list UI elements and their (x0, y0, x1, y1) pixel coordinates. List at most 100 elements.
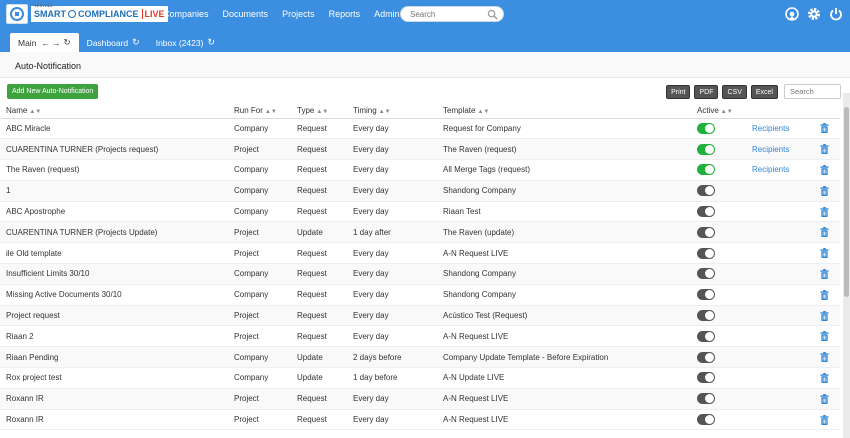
table-search[interactable] (784, 84, 841, 99)
trash-icon[interactable] (820, 165, 829, 175)
print-button[interactable]: Print (666, 85, 691, 99)
active-toggle[interactable] (697, 268, 715, 280)
active-toggle[interactable] (697, 122, 715, 134)
help-icon[interactable] (784, 6, 800, 22)
table-row[interactable]: Project request Project Request Every day Ac… (0, 305, 840, 327)
sort-icon[interactable]: ▲▼ (379, 109, 391, 115)
global-search-input[interactable] (410, 9, 486, 20)
trash-icon[interactable] (820, 289, 829, 300)
recipients-link[interactable]: Recipients (752, 145, 789, 154)
active-toggle[interactable] (697, 330, 715, 342)
cell-name: Riaan 2 (0, 325, 228, 348)
cell-type: Request (291, 242, 347, 265)
trash-icon[interactable] (820, 123, 829, 134)
column-header-type[interactable]: Type ▲▼ (291, 103, 347, 119)
tab-inbox[interactable]: Inbox (2423) ↻ (148, 33, 223, 52)
recipients-link[interactable]: Recipients (752, 165, 789, 174)
table-row[interactable]: CUARENTINA TURNER (Projects Update) Proje… (0, 221, 840, 244)
sort-icon[interactable]: ▲▼ (265, 109, 277, 115)
refresh-icon[interactable]: ↻ (63, 37, 70, 48)
nav-companies[interactable]: Companies (163, 9, 209, 19)
trash-icon[interactable] (820, 393, 829, 404)
app-logo[interactable]: TESTING SMART COMPLIANCE LIVE (6, 3, 168, 24)
refresh-icon[interactable]: ↻ (207, 37, 215, 48)
table-row[interactable]: The Raven (request) Company Request Every d… (0, 159, 840, 181)
active-toggle[interactable] (697, 206, 715, 218)
table-search-input[interactable] (790, 87, 840, 96)
table-row[interactable]: ABC Apostrophe Company Request Every day Ria… (0, 201, 840, 223)
nav-admin[interactable]: Admin (374, 9, 400, 19)
tab-main[interactable]: Main ← → ↻ (10, 33, 79, 52)
cell-template: A-N Request LIVE (437, 388, 691, 410)
trash-icon[interactable] (820, 185, 829, 196)
table-row[interactable]: Roxann IR Project Request Every day A-N Requ… (0, 388, 840, 410)
table-row[interactable]: Roxann IR Project Request Every day A-N Requ… (0, 409, 840, 431)
active-toggle[interactable] (697, 185, 715, 197)
sort-icon[interactable]: ▲▼ (477, 109, 489, 115)
arrow-right-icon[interactable]: → (52, 38, 61, 48)
table-scrollbar[interactable] (843, 93, 850, 438)
table-row[interactable]: Insufficient Limits 30/10 Company Request E… (0, 263, 840, 285)
cell-run-for: Project (228, 305, 291, 327)
trash-icon[interactable] (820, 331, 829, 342)
excel-button[interactable]: Excel (750, 85, 778, 99)
active-toggle[interactable] (697, 414, 715, 426)
active-toggle[interactable] (697, 226, 715, 238)
nav-reports[interactable]: Reports (329, 9, 361, 19)
column-header-template[interactable]: Template ▲▼ (437, 103, 691, 119)
column-header-timing[interactable]: Timing ▲▼ (347, 103, 437, 119)
csv-button[interactable]: CSV (722, 85, 747, 99)
trash-icon[interactable] (820, 144, 829, 155)
table-row[interactable]: Rox project test Company Update 1 day befor… (0, 367, 840, 389)
active-toggle[interactable] (697, 164, 715, 176)
active-toggle[interactable] (697, 143, 715, 155)
power-icon[interactable] (828, 6, 844, 22)
active-toggle[interactable] (697, 393, 715, 405)
nav-documents[interactable]: Documents (223, 9, 269, 19)
trash-icon[interactable] (820, 414, 829, 425)
column-header-name[interactable]: Name ▲▼ (0, 103, 228, 119)
trash-icon[interactable] (820, 269, 829, 279)
sort-icon[interactable]: ▲▼ (316, 109, 328, 115)
scrollbar-thumb[interactable] (844, 107, 849, 297)
column-header-active[interactable]: Active ▲▼ (691, 103, 746, 119)
active-toggle[interactable] (697, 351, 715, 363)
search-icon[interactable] (487, 9, 498, 20)
refresh-icon[interactable]: ↻ (132, 37, 140, 48)
add-auto-notification-button[interactable]: Add New Auto-Notification (7, 84, 99, 99)
table-row[interactable]: Riaan 2 Project Request Every day A-N Reques… (0, 325, 840, 348)
toggle-knob (705, 123, 714, 133)
active-toggle[interactable] (697, 310, 715, 322)
recipients-link[interactable]: Recipients (752, 124, 789, 133)
nav-projects[interactable]: Projects (282, 9, 315, 19)
sort-icon[interactable]: ▲▼ (721, 109, 733, 115)
active-toggle[interactable] (697, 372, 715, 384)
tab-dashboard[interactable]: Dashboard ↻ (79, 33, 148, 52)
trash-icon[interactable] (820, 206, 829, 217)
cell-name: 1 (0, 180, 228, 202)
trash-icon[interactable] (820, 310, 829, 321)
table-row[interactable]: ABC Miracle Company Request Every day Reques… (0, 118, 840, 140)
trash-icon[interactable] (820, 248, 829, 259)
logo-check-icon (68, 10, 76, 18)
table-row[interactable]: Riaan Pending Company Update 2 days before C… (0, 346, 840, 369)
cell-recipients (746, 263, 814, 285)
table-row[interactable]: ile Old template Project Request Every day A… (0, 242, 840, 265)
global-search[interactable] (400, 6, 504, 22)
arrow-left-icon[interactable]: ← (41, 38, 50, 48)
pdf-button[interactable]: PDF (694, 85, 719, 99)
active-toggle[interactable] (697, 247, 715, 259)
trash-icon[interactable] (820, 227, 829, 238)
trash-icon[interactable] (820, 352, 829, 363)
sort-icon[interactable]: ▲▼ (29, 109, 41, 115)
trash-icon[interactable] (820, 373, 829, 383)
column-header-run-for[interactable]: Run For ▲▼ (228, 103, 291, 119)
table-row[interactable]: CUARENTINA TURNER (Projects request) Proj… (0, 138, 840, 161)
cell-name: ABC Miracle (0, 118, 228, 140)
gear-icon[interactable] (806, 6, 822, 22)
active-toggle[interactable] (697, 289, 715, 301)
cell-name: Roxann IR (0, 409, 228, 431)
table-row[interactable]: 1 Company Request Every day Shandong Company (0, 180, 840, 202)
table-row[interactable]: Missing Active Documents 30/10 Company Req… (0, 284, 840, 306)
cell-run-for: Project (228, 388, 291, 410)
